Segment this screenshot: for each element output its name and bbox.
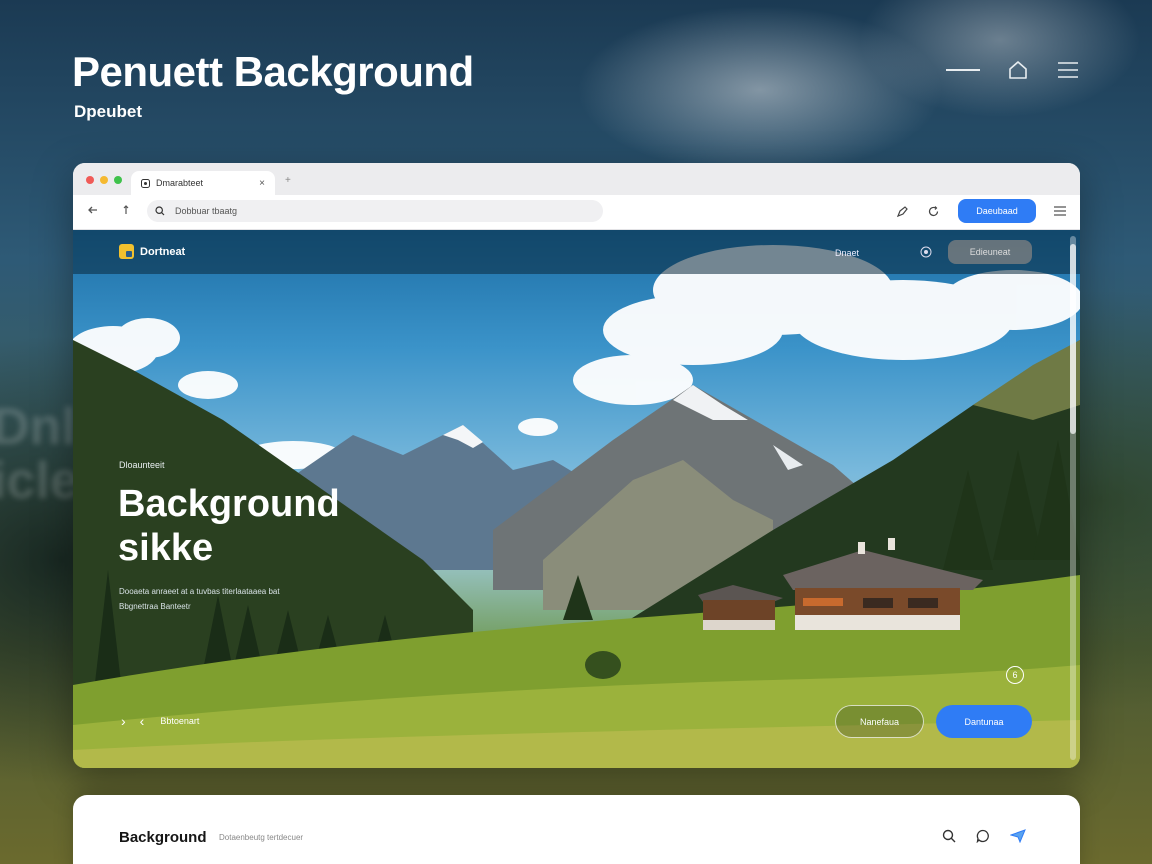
site-nav-link[interactable]: Dnaet: [835, 248, 859, 258]
site-nav-button[interactable]: Edieuneat: [948, 240, 1032, 264]
sync-icon[interactable]: [927, 205, 940, 218]
page-subtitle: Dpeubet: [74, 102, 142, 121]
hero-description: Dooaeta anraeet at a tuvbas titerlaataae…: [119, 584, 359, 614]
browser-tab[interactable]: Dmarabteet ×: [131, 171, 275, 195]
carousel-next-icon[interactable]: ›: [121, 713, 126, 729]
chat-icon[interactable]: [976, 829, 990, 843]
nav-controls: [87, 204, 131, 216]
maximize-window-icon[interactable]: [114, 176, 122, 184]
home-icon[interactable]: [1006, 58, 1030, 82]
bottom-card-actions: [942, 829, 1026, 843]
carousel-prev-icon[interactable]: ‹: [140, 713, 145, 729]
share-icon[interactable]: [896, 205, 909, 218]
hero-title-line-1: Background: [118, 483, 340, 525]
tab-close-icon[interactable]: ×: [259, 178, 265, 189]
back-icon[interactable]: [87, 204, 99, 216]
toolbar-actions: Daeubaad: [896, 199, 1066, 223]
tab-title: Dmarabteet: [156, 178, 204, 188]
site-logo-text: Dortneat: [140, 245, 186, 258]
user-icon[interactable]: [920, 246, 932, 258]
hero-title-line-2: sikke: [118, 527, 214, 569]
hero-description-line-2: Bbgnettraa Banteetr: [119, 602, 191, 611]
address-bar[interactable]: Dobbuar tbaatg: [147, 200, 603, 222]
search-icon: [155, 206, 165, 216]
hero-secondary-button[interactable]: Nanefaua: [835, 705, 924, 738]
browser-toolbar: Dobbuar tbaatg Daeubaad: [73, 195, 1080, 230]
new-tab-icon[interactable]: +: [285, 175, 291, 186]
hero-kicker: Dloaunteeit: [119, 460, 165, 470]
refresh-icon[interactable]: [121, 204, 131, 216]
hero-badge-icon[interactable]: 6: [1006, 666, 1024, 684]
favicon-icon: [141, 178, 150, 188]
minimize-window-icon[interactable]: [100, 176, 108, 184]
bottom-card-title: Background: [119, 829, 207, 846]
browser-menu-icon[interactable]: [1054, 206, 1066, 216]
send-icon[interactable]: [1010, 829, 1026, 843]
menu-icon[interactable]: [1056, 58, 1080, 82]
page-title: Penuett Background: [72, 48, 474, 95]
address-text: Dobbuar tbaatg: [175, 206, 238, 216]
scrollbar-thumb[interactable]: [1070, 244, 1076, 434]
search-icon[interactable]: [942, 829, 956, 843]
browser-window: Dmarabteet × + Dobbuar tbaatg Daeubaad D…: [73, 163, 1080, 768]
carousel-controls: › ‹ Bbtoenart: [121, 713, 199, 729]
website-hero: Dortneat Dnaet Edieuneat Dloaunteeit Bac…: [73, 230, 1080, 768]
window-controls: [86, 176, 122, 184]
toolbar-primary-button[interactable]: Daeubaad: [958, 199, 1036, 223]
carousel-label: Bbtoenart: [160, 716, 200, 726]
logo-icon: [119, 244, 134, 259]
hero-primary-button[interactable]: Dantunaa: [936, 705, 1032, 738]
site-logo[interactable]: Dortneat: [119, 244, 185, 259]
page-scrollbar[interactable]: [1070, 236, 1076, 760]
hero-title: Background sikke: [118, 482, 438, 570]
site-navbar: Dortneat Dnaet Edieuneat: [73, 230, 1080, 274]
bottom-card: Background Dotaenbeutg tertdecuer: [73, 795, 1080, 864]
tab-bar: Dmarabteet × +: [73, 163, 1080, 195]
top-controls: [946, 58, 1080, 82]
bottom-card-subtitle: Dotaenbeutg tertdecuer: [219, 833, 304, 842]
hero-description-line-1: Dooaeta anraeet at a tuvbas titerlaataae…: [119, 587, 280, 596]
close-window-icon[interactable]: [86, 176, 94, 184]
minimize-icon[interactable]: [946, 69, 980, 71]
